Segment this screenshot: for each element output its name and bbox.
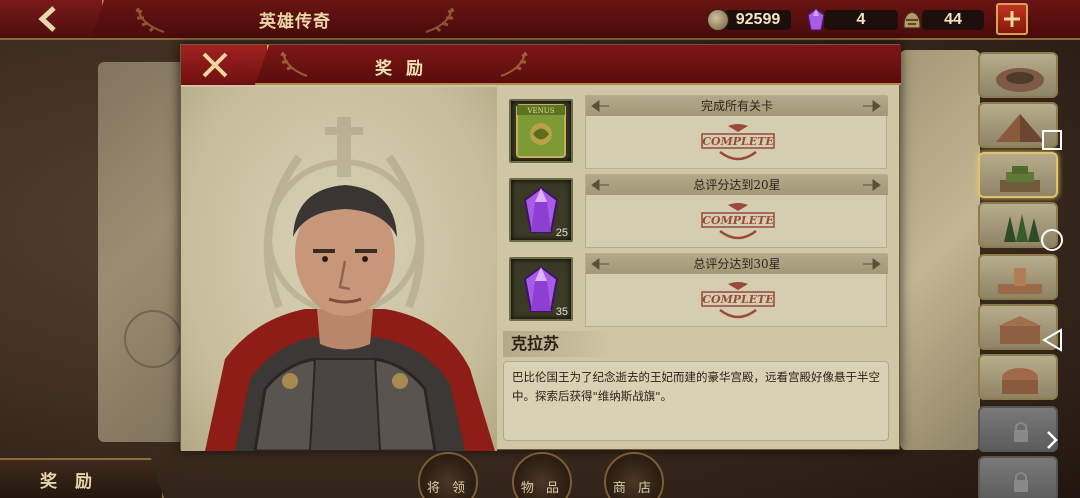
reward-icon-gem[interactable]: 25 xyxy=(509,178,573,242)
nav-generals-button[interactable]: 将 领 xyxy=(412,452,484,498)
laurel-left-icon xyxy=(280,51,308,77)
hero-portrait xyxy=(205,185,495,451)
reward-count: 35 xyxy=(555,306,568,318)
background-map-right xyxy=(900,50,980,450)
reward-row-2: 25 总评分达到20星 COMPLETE xyxy=(503,172,889,248)
laurel-left-icon xyxy=(135,7,165,33)
home-button[interactable] xyxy=(1032,220,1072,260)
reward-icon-gem[interactable]: 35 xyxy=(509,257,573,321)
hero-description: 巴比伦国王为了纪念逝去的王妃而建的豪华宫殿，远看宫殿好像悬于半空中。探索后获得"… xyxy=(503,361,889,441)
ornament-left-icon xyxy=(591,179,609,191)
nav-label: 物 品 xyxy=(520,481,564,496)
reward-panel-3: 总评分达到30星 COMPLETE xyxy=(585,253,888,327)
svg-text:COMPLETE: COMPLETE xyxy=(702,135,774,148)
back-arrow-icon xyxy=(38,6,56,32)
troop-counter: 44 xyxy=(900,8,984,32)
reward-icon-banner[interactable]: VENUS xyxy=(509,99,573,163)
svg-text:COMPLETE: COMPLETE xyxy=(702,214,774,227)
coin-value: 92599 xyxy=(725,10,791,30)
colosseum-icon xyxy=(996,68,1044,92)
recent-apps-button[interactable] xyxy=(1032,120,1072,160)
gem-value: 4 xyxy=(824,10,898,30)
stage-thumb-locked-2[interactable] xyxy=(978,456,1058,498)
square-icon xyxy=(1042,130,1062,150)
complete-stamp-icon: COMPLETE xyxy=(701,282,775,319)
nav-shop-button[interactable]: 商 店 xyxy=(598,452,670,498)
complete-stamp-icon: COMPLETE xyxy=(701,203,775,240)
add-resource-button[interactable] xyxy=(996,3,1028,35)
back-button[interactable] xyxy=(0,0,104,38)
page-title: 英雄传奇 xyxy=(259,12,331,32)
laurel-right-icon xyxy=(500,51,528,77)
venus-banner-icon: VENUS xyxy=(516,104,566,158)
bottom-tab-rewards[interactable]: 奖 励 xyxy=(0,458,164,498)
expand-button[interactable] xyxy=(1032,420,1072,460)
troop-value: 44 xyxy=(922,10,984,30)
purple-gem-icon xyxy=(807,8,825,31)
coin-counter: 92599 xyxy=(707,8,791,32)
lock-icon xyxy=(1014,472,1028,492)
nav-items-button[interactable]: 物 品 xyxy=(506,452,578,498)
ornament-left-icon xyxy=(591,258,609,270)
reward-label: 完成所有关卡 xyxy=(586,96,888,116)
chevron-right-icon xyxy=(1047,431,1058,449)
close-icon xyxy=(202,52,228,78)
circle-icon xyxy=(1041,229,1063,251)
gem-counter: 4 xyxy=(806,8,898,32)
svg-text:COMPLETE: COMPLETE xyxy=(702,293,774,306)
dialog-header: 奖 励 xyxy=(181,45,901,85)
laurel-right-icon xyxy=(425,7,455,33)
reward-label: 总评分达到20星 xyxy=(586,175,888,195)
svg-text:VENUS: VENUS xyxy=(527,107,555,115)
compass-rose-icon xyxy=(124,310,182,368)
reward-panel-1: 完成所有关卡 COMPLETE xyxy=(585,95,888,169)
nav-label: 将 领 xyxy=(426,481,470,496)
back-system-button[interactable] xyxy=(1032,320,1072,360)
top-bar: 英雄传奇 92599 4 44 xyxy=(0,0,1080,40)
reward-row-3: 35 总评分达到30星 COMPLETE xyxy=(503,251,889,327)
complete-stamp-icon: COMPLETE xyxy=(701,124,775,161)
system-nav-bar xyxy=(1032,120,1072,460)
reward-row-1: VENUS 完成所有关卡 COMPLETE xyxy=(503,93,889,169)
triangle-back-icon xyxy=(1042,328,1062,352)
ornament-right-icon xyxy=(863,100,881,112)
stage-thumb-colosseum[interactable] xyxy=(978,52,1058,98)
reward-panel-2: 总评分达到20星 COMPLETE xyxy=(585,174,888,248)
reward-count: 25 xyxy=(555,227,568,239)
hero-name: 克拉苏 xyxy=(503,331,613,357)
reward-label: 总评分达到30星 xyxy=(586,254,888,274)
ornament-right-icon xyxy=(863,258,881,270)
nav-label: 商 店 xyxy=(612,481,656,496)
close-button[interactable] xyxy=(181,45,269,85)
coin-icon xyxy=(707,9,729,31)
ornament-right-icon xyxy=(863,179,881,191)
dialog-title: 奖 励 xyxy=(375,59,427,79)
ornament-left-icon xyxy=(591,100,609,112)
reward-dialog: 奖 励 VENUS 完成所有关卡 COMPLETE 25 总评分达到20星 CO… xyxy=(180,44,901,451)
plus-icon xyxy=(1004,11,1020,27)
helmet-icon xyxy=(903,11,921,29)
hero-portrait-panel xyxy=(181,87,497,451)
